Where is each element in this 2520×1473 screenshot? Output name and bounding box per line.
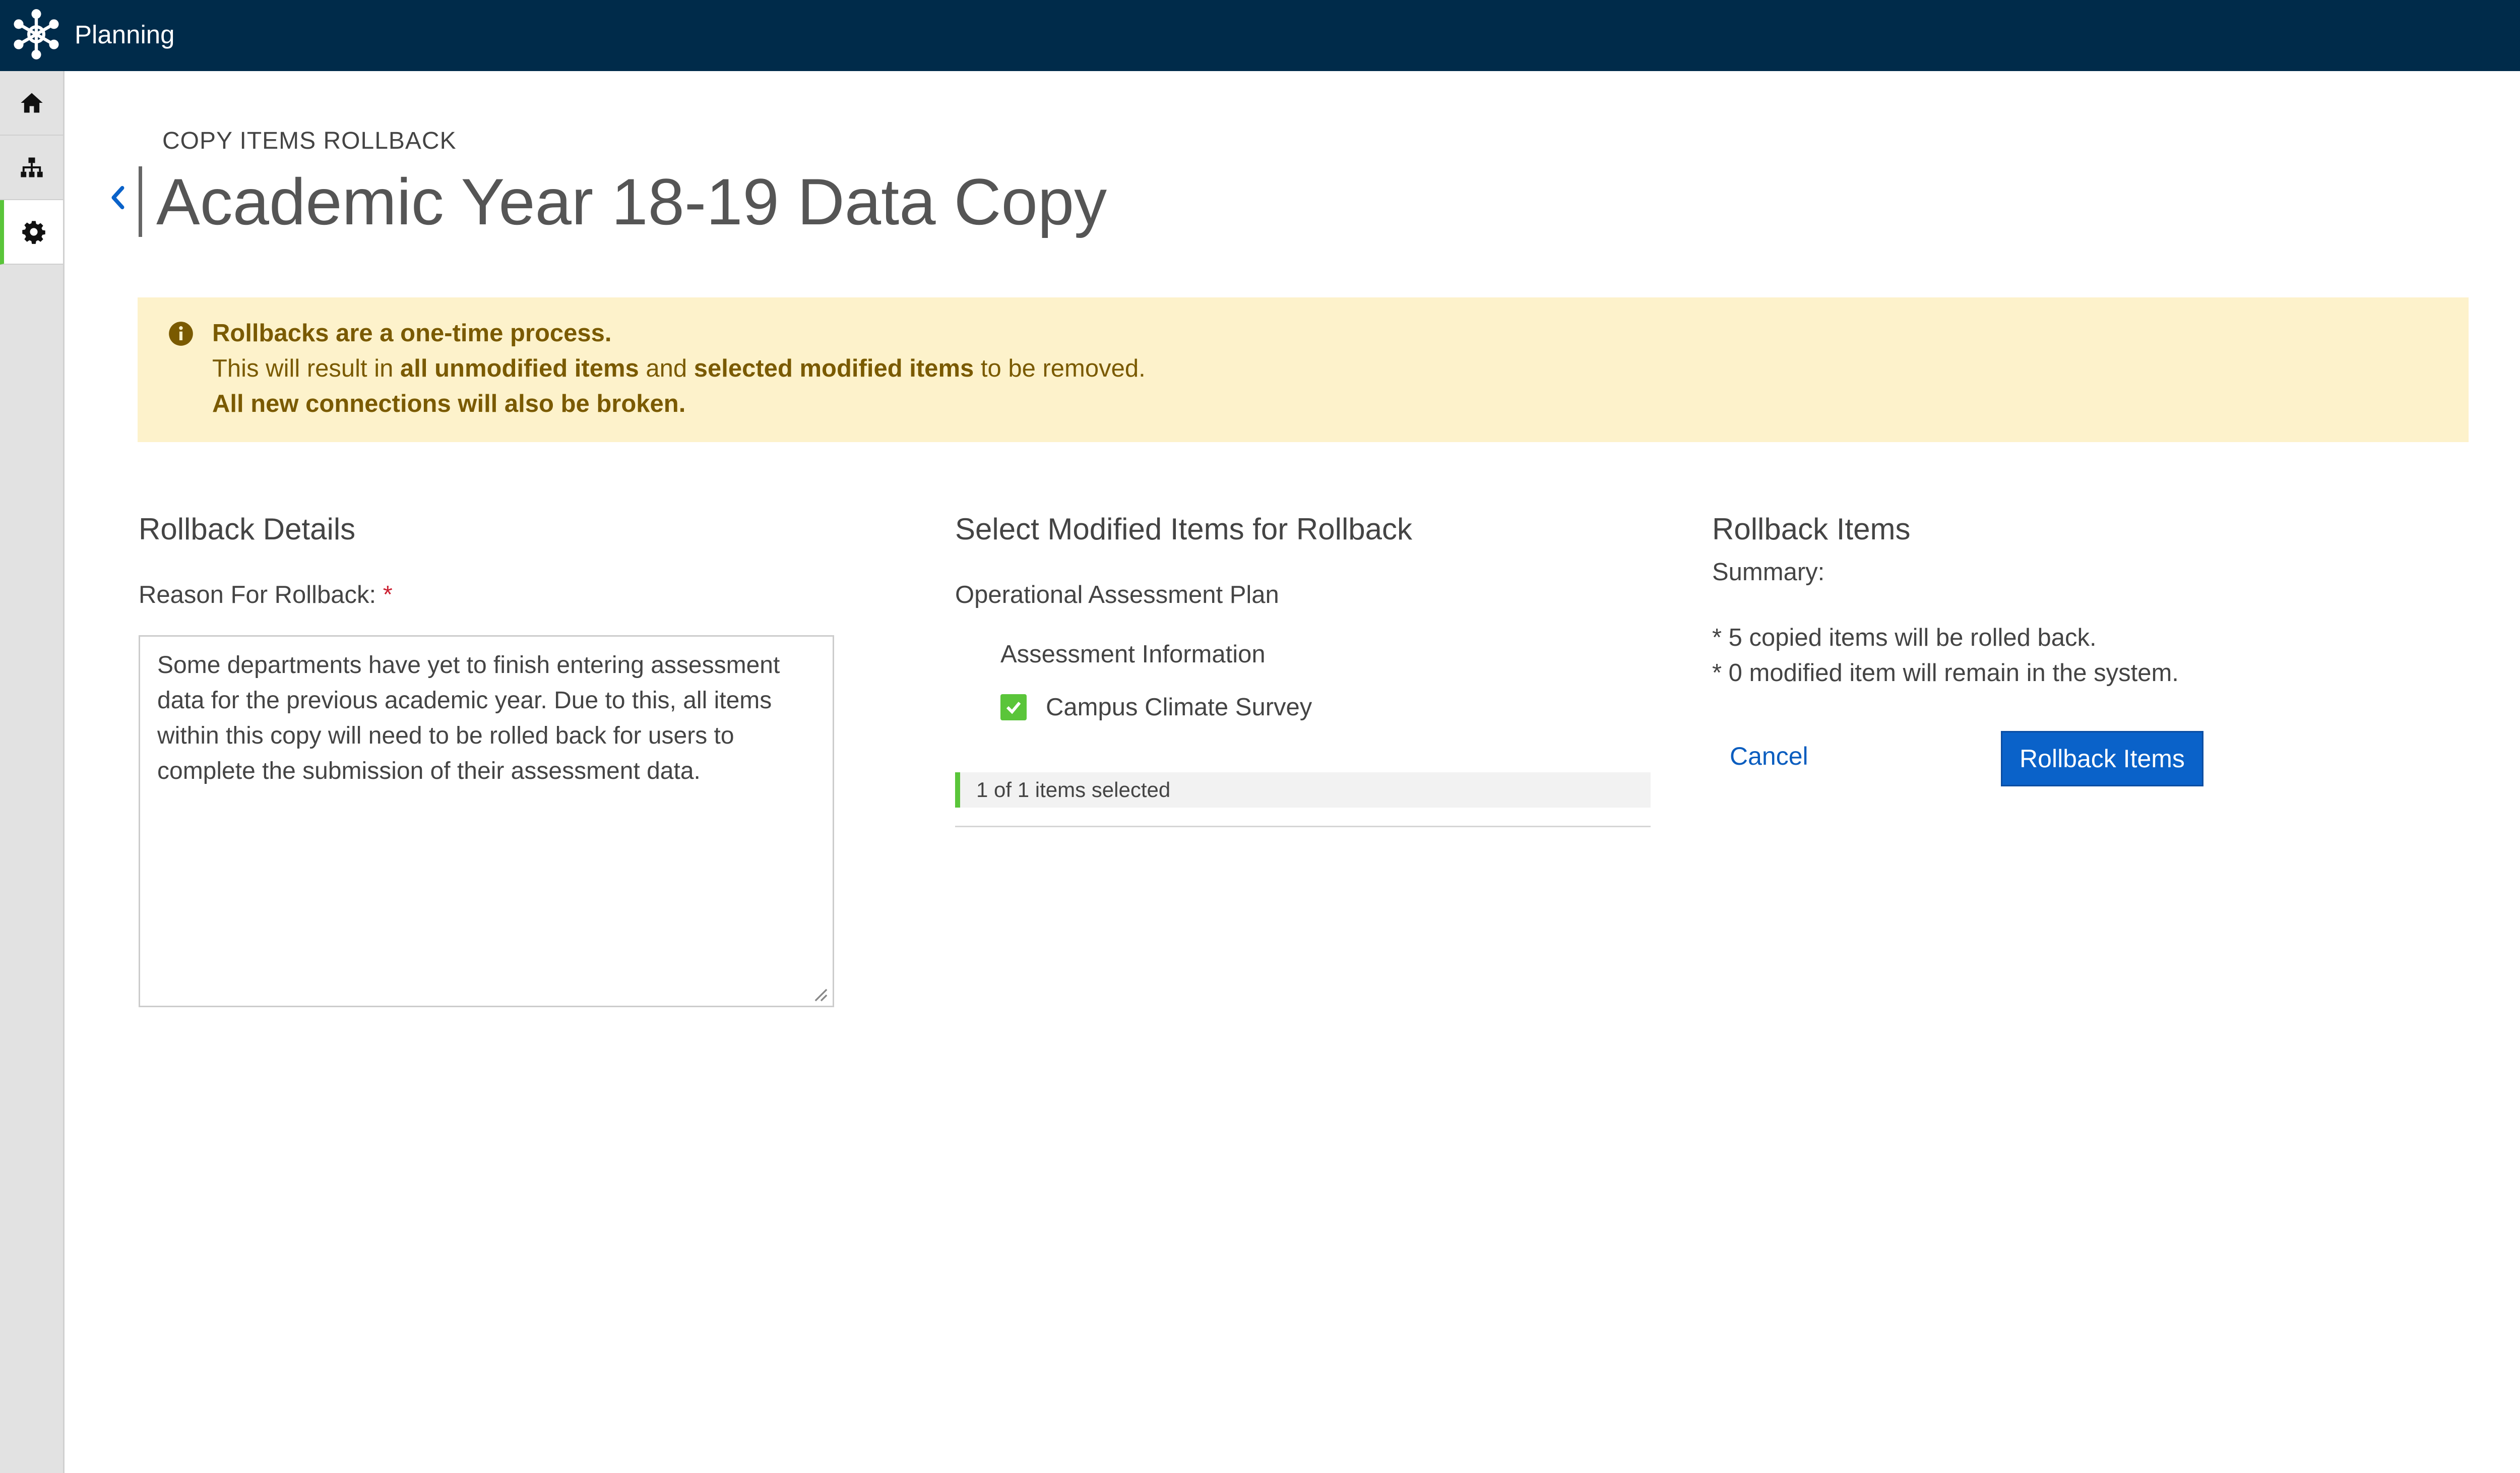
summary-item: * 5 copied items will be rolled back. (1712, 624, 2097, 651)
select-items-panel: Select Modified Items for Rollback Opera… (955, 509, 1651, 827)
checkmark-icon (1006, 702, 1021, 714)
chevron-left-icon (111, 186, 124, 210)
resize-grip-icon[interactable] (814, 988, 828, 1002)
page-eyebrow: COPY ITEMS ROLLBACK (162, 128, 457, 154)
alert-line-1: Rollbacks are a one-time process. (212, 320, 612, 347)
alert-line-2: This will result in all unmodified items… (212, 351, 1146, 386)
rollback-details-title: Rollback Details (139, 512, 356, 546)
page-title: Academic Year 18-19 Data Copy (156, 165, 1107, 238)
title-divider (139, 166, 142, 237)
alert-text: This will result in (212, 355, 401, 382)
sidebar-item-settings[interactable] (0, 200, 63, 265)
reason-textarea[interactable]: Some departments have yet to finish ente… (139, 635, 834, 1007)
summary-list: * 5 copied items will be rolled back. * … (1712, 620, 2179, 691)
alert-emphasis: selected modified items (694, 355, 974, 382)
rollback-details-panel: Rollback Details Reason For Rollback: * … (139, 509, 834, 1007)
divider (955, 826, 1651, 827)
reason-label: Reason For Rollback: * (139, 580, 393, 610)
plan-name: Operational Assessment Plan (955, 581, 1279, 608)
gear-icon (22, 221, 45, 244)
rollback-warning-alert: Rollbacks are a one-time process. This w… (138, 297, 2469, 442)
network-hub-icon[interactable] (10, 8, 63, 61)
info-circle-icon (169, 322, 193, 346)
section-name: Assessment Information (1000, 641, 1266, 668)
sidebar-item-home[interactable] (0, 71, 63, 136)
home-icon (20, 93, 43, 113)
summary-item: * 0 modified item will remain in the sys… (1712, 659, 2179, 687)
top-app-bar: Planning (0, 0, 2520, 71)
rollback-items-title: Rollback Items (1712, 512, 1911, 546)
sidebar (0, 71, 65, 1473)
summary-label: Summary: (1712, 559, 1825, 586)
rollback-items-panel: Rollback Items Summary: * 5 copied items… (1712, 509, 2468, 786)
cancel-button[interactable]: Cancel (1730, 739, 1808, 774)
alert-text: to be removed. (974, 355, 1146, 382)
item-checkbox[interactable] (1000, 694, 1027, 720)
alert-line-3: All new connections will also be broken. (212, 390, 686, 417)
rollback-items-button[interactable]: Rollback Items (2001, 731, 2203, 786)
alert-text: and (639, 355, 694, 382)
sitemap-icon (20, 157, 43, 177)
app-name: Planning (75, 20, 175, 49)
sidebar-item-hierarchy[interactable] (0, 136, 63, 200)
select-items-title: Select Modified Items for Rollback (955, 512, 1413, 546)
item-checkbox-row[interactable]: Campus Climate Survey (1000, 690, 1312, 725)
item-label: Campus Climate Survey (1046, 694, 1312, 721)
back-button[interactable] (105, 177, 130, 218)
reason-label-text: Reason For Rollback: (139, 581, 376, 608)
alert-emphasis: all unmodified items (400, 355, 639, 382)
required-marker: * (383, 581, 393, 608)
selection-count-bar: 1 of 1 items selected (955, 772, 1651, 808)
